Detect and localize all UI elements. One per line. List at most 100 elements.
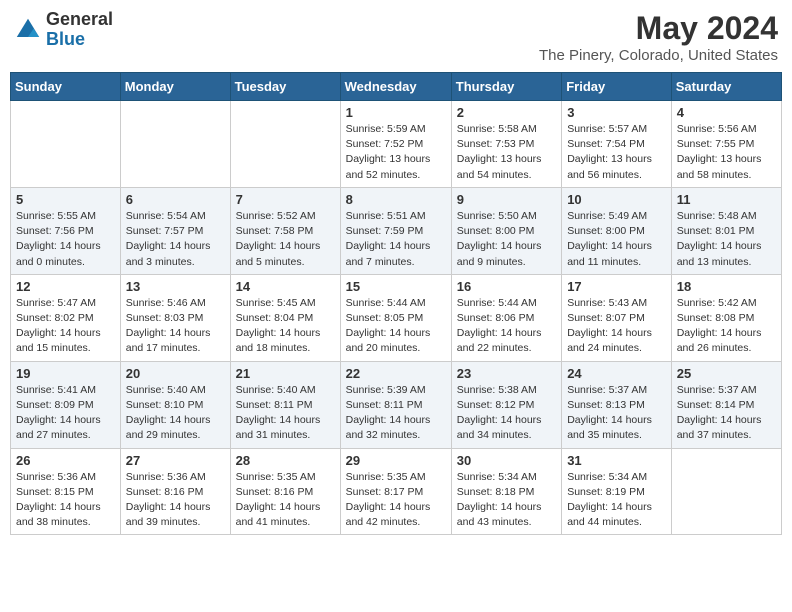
calendar-cell: 11 Sunrise: 5:48 AM Sunset: 8:01 PM Dayli… [671,187,781,274]
day-number: 19 [16,366,115,381]
day-info: Sunrise: 5:39 AM Sunset: 8:11 PM Dayligh… [346,383,446,444]
day-info: Sunrise: 5:37 AM Sunset: 8:14 PM Dayligh… [677,383,776,444]
title-block: May 2024 The Pinery, Colorado, United St… [539,10,778,64]
calendar-cell: 1 Sunrise: 5:59 AM Sunset: 7:52 PM Daylig… [340,101,451,188]
day-info: Sunrise: 5:49 AM Sunset: 8:00 PM Dayligh… [567,209,666,270]
weekday-header: Sunday [11,73,121,101]
day-number: 25 [677,366,776,381]
day-info: Sunrise: 5:35 AM Sunset: 8:16 PM Dayligh… [236,470,335,531]
day-number: 11 [677,192,776,207]
calendar-cell: 18 Sunrise: 5:42 AM Sunset: 8:08 PM Dayli… [671,274,781,361]
day-number: 18 [677,279,776,294]
calendar-cell: 30 Sunrise: 5:34 AM Sunset: 8:18 PM Dayli… [451,448,561,535]
day-number: 5 [16,192,115,207]
calendar-cell: 10Sunrise: 5:49 AM Sunset: 8:00 PM Dayli… [562,187,672,274]
day-info: Sunrise: 5:35 AM Sunset: 8:17 PM Dayligh… [346,470,446,531]
calendar-cell: 6Sunrise: 5:54 AM Sunset: 7:57 PM Daylig… [120,187,230,274]
calendar-cell: 28 Sunrise: 5:35 AM Sunset: 8:16 PM Dayli… [230,448,340,535]
calendar-cell: 21Sunrise: 5:40 AM Sunset: 8:11 PM Dayli… [230,361,340,448]
calendar-cell: 8 Sunrise: 5:51 AM Sunset: 7:59 PM Daylig… [340,187,451,274]
day-number: 14 [236,279,335,294]
calendar-cell: 23Sunrise: 5:38 AM Sunset: 8:12 PM Dayli… [451,361,561,448]
calendar-cell: 19 Sunrise: 5:41 AM Sunset: 8:09 PM Dayli… [11,361,121,448]
calendar-table: SundayMondayTuesdayWednesdayThursdayFrid… [10,72,782,535]
calendar-cell: 9 Sunrise: 5:50 AM Sunset: 8:00 PM Daylig… [451,187,561,274]
day-info: Sunrise: 5:50 AM Sunset: 8:00 PM Dayligh… [457,209,556,270]
day-number: 1 [346,105,446,120]
day-number: 29 [346,453,446,468]
calendar-cell: 31 Sunrise: 5:34 AM Sunset: 8:19 PM Dayli… [562,448,672,535]
day-info: Sunrise: 5:34 AM Sunset: 8:19 PM Dayligh… [567,470,666,531]
day-number: 6 [126,192,225,207]
day-info: Sunrise: 5:58 AM Sunset: 7:53 PM Dayligh… [457,122,556,183]
calendar-cell: 24 Sunrise: 5:37 AM Sunset: 8:13 PM Dayli… [562,361,672,448]
day-info: Sunrise: 5:46 AM Sunset: 8:03 PM Dayligh… [126,296,225,357]
calendar-week-row: 26 Sunrise: 5:36 AM Sunset: 8:15 PM Dayli… [11,448,782,535]
weekday-header-row: SundayMondayTuesdayWednesdayThursdayFrid… [11,73,782,101]
day-number: 8 [346,192,446,207]
day-info: Sunrise: 5:36 AM Sunset: 8:16 PM Dayligh… [126,470,225,531]
day-number: 9 [457,192,556,207]
weekday-header: Thursday [451,73,561,101]
day-info: Sunrise: 5:44 AM Sunset: 8:06 PM Dayligh… [457,296,556,357]
day-number: 27 [126,453,225,468]
day-number: 23 [457,366,556,381]
day-number: 4 [677,105,776,120]
weekday-header: Tuesday [230,73,340,101]
day-info: Sunrise: 5:55 AM Sunset: 7:56 PM Dayligh… [16,209,115,270]
day-info: Sunrise: 5:37 AM Sunset: 8:13 PM Dayligh… [567,383,666,444]
day-number: 7 [236,192,335,207]
weekday-header: Friday [562,73,672,101]
calendar-cell [230,101,340,188]
day-number: 31 [567,453,666,468]
calendar-week-row: 5 Sunrise: 5:55 AM Sunset: 7:56 PM Daylig… [11,187,782,274]
calendar-cell: 12 Sunrise: 5:47 AM Sunset: 8:02 PM Dayli… [11,274,121,361]
day-number: 15 [346,279,446,294]
day-number: 2 [457,105,556,120]
day-info: Sunrise: 5:47 AM Sunset: 8:02 PM Dayligh… [16,296,115,357]
logo-text: General Blue [46,10,113,50]
calendar-cell [11,101,121,188]
month-title: May 2024 [539,10,778,47]
calendar-cell: 29 Sunrise: 5:35 AM Sunset: 8:17 PM Dayli… [340,448,451,535]
calendar-cell: 7Sunrise: 5:52 AM Sunset: 7:58 PM Daylig… [230,187,340,274]
day-number: 30 [457,453,556,468]
logo-blue: Blue [46,30,113,50]
day-number: 24 [567,366,666,381]
logo-icon [14,16,42,44]
day-info: Sunrise: 5:59 AM Sunset: 7:52 PM Dayligh… [346,122,446,183]
weekday-header: Saturday [671,73,781,101]
calendar-cell: 2 Sunrise: 5:58 AM Sunset: 7:53 PM Daylig… [451,101,561,188]
day-number: 28 [236,453,335,468]
day-info: Sunrise: 5:36 AM Sunset: 8:15 PM Dayligh… [16,470,115,531]
calendar-week-row: 1 Sunrise: 5:59 AM Sunset: 7:52 PM Daylig… [11,101,782,188]
day-info: Sunrise: 5:51 AM Sunset: 7:59 PM Dayligh… [346,209,446,270]
calendar-cell [120,101,230,188]
day-number: 3 [567,105,666,120]
day-info: Sunrise: 5:43 AM Sunset: 8:07 PM Dayligh… [567,296,666,357]
day-info: Sunrise: 5:48 AM Sunset: 8:01 PM Dayligh… [677,209,776,270]
day-info: Sunrise: 5:42 AM Sunset: 8:08 PM Dayligh… [677,296,776,357]
calendar-cell: 16Sunrise: 5:44 AM Sunset: 8:06 PM Dayli… [451,274,561,361]
logo-general: General [46,10,113,30]
calendar-week-row: 12 Sunrise: 5:47 AM Sunset: 8:02 PM Dayli… [11,274,782,361]
day-number: 26 [16,453,115,468]
calendar-cell: 25 Sunrise: 5:37 AM Sunset: 8:14 PM Dayli… [671,361,781,448]
day-info: Sunrise: 5:56 AM Sunset: 7:55 PM Dayligh… [677,122,776,183]
calendar-cell: 22 Sunrise: 5:39 AM Sunset: 8:11 PM Dayli… [340,361,451,448]
calendar-cell: 4 Sunrise: 5:56 AM Sunset: 7:55 PM Daylig… [671,101,781,188]
calendar-cell: 27 Sunrise: 5:36 AM Sunset: 8:16 PM Dayli… [120,448,230,535]
logo: General Blue [14,10,113,50]
day-info: Sunrise: 5:34 AM Sunset: 8:18 PM Dayligh… [457,470,556,531]
location: The Pinery, Colorado, United States [539,47,778,64]
calendar-cell: 15Sunrise: 5:44 AM Sunset: 8:05 PM Dayli… [340,274,451,361]
day-number: 13 [126,279,225,294]
day-number: 17 [567,279,666,294]
day-info: Sunrise: 5:41 AM Sunset: 8:09 PM Dayligh… [16,383,115,444]
calendar-cell: 3Sunrise: 5:57 AM Sunset: 7:54 PM Daylig… [562,101,672,188]
day-number: 22 [346,366,446,381]
day-number: 12 [16,279,115,294]
calendar-cell: 26 Sunrise: 5:36 AM Sunset: 8:15 PM Dayli… [11,448,121,535]
page-header: General Blue May 2024 The Pinery, Colora… [10,10,782,64]
day-info: Sunrise: 5:40 AM Sunset: 8:11 PM Dayligh… [236,383,335,444]
